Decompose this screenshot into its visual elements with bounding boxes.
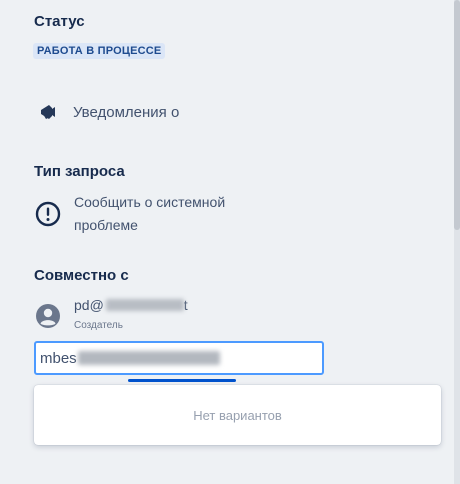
request-type-line1: Сообщить о системной [74, 194, 226, 210]
notifications-toggle[interactable]: Уведомления о [38, 100, 179, 124]
participant-email-suffix: t [183, 297, 188, 313]
participant-email: pd@ t [74, 297, 188, 313]
request-type-title: Тип запроса [34, 163, 125, 180]
notifications-label: Уведомления о [73, 103, 180, 121]
options-dropdown: Нет вариантов [34, 385, 441, 445]
status-badge[interactable]: РАБОТА В ПРОЦЕССЕ [33, 43, 166, 59]
megaphone-icon [41, 105, 55, 119]
redacted-text [105, 299, 184, 311]
request-type-value: Сообщить о системной проблеме [74, 191, 274, 237]
user-avatar-icon [36, 304, 60, 328]
share-search-input[interactable]: mbes [34, 341, 324, 375]
scrollbar[interactable] [454, 0, 460, 484]
redacted-text [77, 351, 220, 365]
request-type-line2: проблеме [74, 217, 138, 233]
loading-bar [128, 379, 236, 382]
participant-role: Создатель [74, 320, 123, 331]
participant-email-prefix: pd@ [74, 297, 104, 313]
shared-with-title: Совместно с [34, 267, 129, 284]
exclamation-circle-icon [35, 201, 61, 227]
share-search-value: mbes [40, 349, 77, 367]
no-options-text: Нет вариантов [193, 407, 282, 423]
status-title: Статус [34, 13, 85, 30]
scrollbar-thumb[interactable] [454, 0, 460, 230]
